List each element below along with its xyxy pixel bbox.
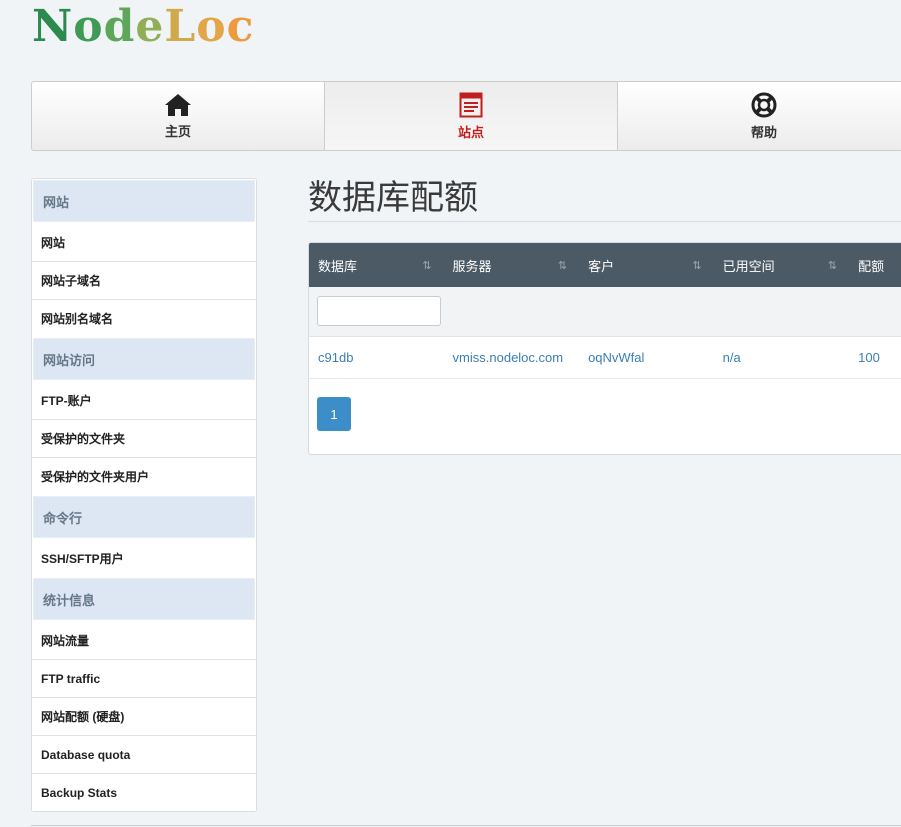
top-navigation: 主页 站点 帮助	[31, 81, 901, 151]
column-header-label: 配额	[858, 258, 885, 274]
title-divider	[308, 221, 901, 222]
pagination-page-button[interactable]: 1	[317, 397, 351, 431]
sidebar-item-ssh-sftp-users[interactable]: SSH/SFTP用户	[32, 539, 256, 577]
sidebar-item-database-quota[interactable]: Database quota	[32, 735, 256, 773]
nav-home[interactable]: 主页	[32, 82, 325, 150]
sidebar-item-protected-folders[interactable]: 受保护的文件夹	[32, 419, 256, 457]
nodeloc-logo[interactable]: NodeLoc	[32, 1, 255, 52]
help-lifebuoy-icon	[751, 92, 777, 117]
filter-row	[309, 287, 901, 337]
sidebar-item-website-quota[interactable]: 网站配额 (硬盘)	[32, 697, 256, 735]
cell-quota[interactable]: 100	[849, 350, 901, 365]
sidebar-item-website[interactable]: 网站	[32, 223, 256, 261]
logo-letter: L	[164, 1, 197, 52]
column-header-quota[interactable]: 配额	[849, 243, 901, 287]
home-icon	[165, 93, 191, 116]
logo-letter: N	[32, 1, 74, 52]
sites-icon	[459, 92, 483, 117]
table-header: 数据库 ⇅ 服务器 ⇅ 客户 ⇅ 已用空间 ⇅ 配额	[309, 243, 901, 287]
column-header-database[interactable]: 数据库 ⇅	[309, 243, 444, 287]
column-header-label: 已用空间	[722, 258, 775, 274]
logo-letter: d	[103, 1, 136, 52]
sort-icon: ⇅	[557, 260, 568, 272]
sidebar-group-command-line: 命令行	[33, 496, 255, 538]
logo-letter: c	[226, 1, 255, 52]
logo-letter: o	[73, 1, 104, 52]
table-row[interactable]: c91db vmiss.nodeloc.com oqNvWfal n/a 100	[309, 337, 901, 379]
sidebar-item-protected-folder-users[interactable]: 受保护的文件夹用户	[32, 457, 256, 495]
cell-used-space[interactable]: n/a	[714, 350, 850, 365]
database-quota-panel: 数据库 ⇅ 服务器 ⇅ 客户 ⇅ 已用空间 ⇅ 配额 c91db vmiss.n…	[308, 242, 901, 455]
sort-icon: ⇅	[692, 260, 702, 272]
cell-client[interactable]: oqNvWfal	[579, 350, 714, 365]
cell-server[interactable]: vmiss.nodeloc.com	[444, 350, 580, 365]
nav-help[interactable]: 帮助	[618, 82, 901, 150]
column-header-label: 数据库	[318, 258, 358, 274]
logo-letter: o	[196, 1, 227, 52]
sidebar-item-ftp-accounts[interactable]: FTP-账户	[32, 381, 256, 419]
nav-sites[interactable]: 站点	[325, 82, 618, 150]
sidebar-item-subdomains[interactable]: 网站子域名	[32, 261, 256, 299]
sort-icon: ⇅	[827, 260, 838, 272]
column-header-label: 服务器	[452, 258, 492, 274]
logo-letter: e	[135, 1, 165, 52]
column-header-client[interactable]: 客户 ⇅	[579, 243, 714, 287]
sidebar-group-statistics: 统计信息	[33, 578, 255, 620]
cell-database[interactable]: c91db	[309, 350, 444, 365]
nav-help-label: 帮助	[750, 124, 777, 140]
sort-icon: ⇅	[422, 260, 432, 272]
sidebar: 网站 网站 网站子域名 网站别名域名 网站访问 FTP-账户 受保护的文件夹 受…	[31, 178, 257, 812]
sidebar-item-backup-stats[interactable]: Backup Stats	[32, 773, 256, 811]
sidebar-item-alias-domains[interactable]: 网站别名域名	[32, 299, 256, 337]
sidebar-group-website-access: 网站访问	[33, 338, 255, 380]
page-title: 数据库配额	[308, 178, 478, 218]
sidebar-item-website-traffic[interactable]: 网站流量	[32, 621, 256, 659]
sidebar-group-website: 网站	[33, 180, 255, 222]
nav-sites-label: 站点	[457, 124, 484, 140]
footer-divider	[31, 825, 901, 826]
column-header-used-space[interactable]: 已用空间 ⇅	[714, 243, 850, 287]
column-header-label: 客户	[588, 258, 615, 274]
nav-home-label: 主页	[164, 123, 191, 139]
sidebar-item-ftp-traffic[interactable]: FTP traffic	[32, 659, 256, 697]
database-filter-input[interactable]	[317, 296, 441, 326]
column-header-server[interactable]: 服务器 ⇅	[444, 243, 580, 287]
